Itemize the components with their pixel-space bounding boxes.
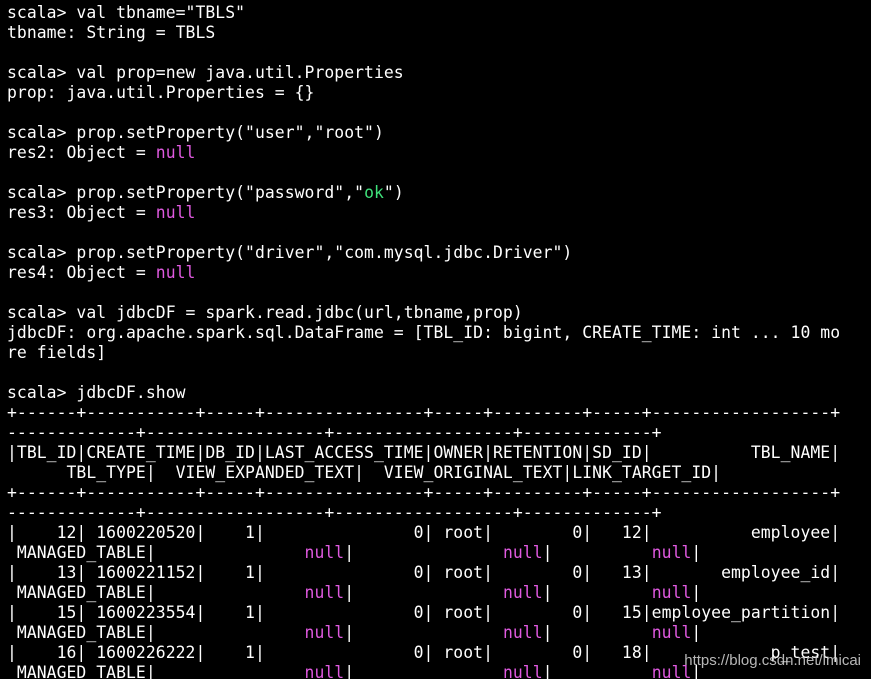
terminal-line: prop: java.util.Properties = {} [7,83,871,103]
terminal-text: MANAGED_TABLE| [7,583,305,602]
terminal-text: | [542,583,652,602]
terminal-line: scala> val tbname="TBLS" [7,3,871,23]
null-keyword: null [651,623,692,642]
terminal-text: | [542,663,652,679]
null-keyword: null [155,203,196,222]
terminal-text: | [691,583,702,602]
null-keyword: null [502,583,543,602]
terminal-line: jdbcDF: org.apache.spark.sql.DataFrame =… [7,323,871,343]
null-keyword: null [502,623,543,642]
terminal-text: +------+-----------+-----+--------------… [7,403,841,422]
terminal-text: scala> prop.setProperty("password"," [7,183,365,202]
terminal-text: scala> prop.setProperty("driver","com.my… [7,243,573,262]
terminal-line: +------+-----------+-----+--------------… [7,403,871,423]
terminal-text: scala> prop.setProperty("user","root") [7,123,384,142]
terminal-line: scala> val prop=new java.util.Properties [7,63,871,83]
terminal-text: prop: java.util.Properties = {} [7,83,315,102]
terminal-output: scala> val tbname="TBLS" tbname: String =… [7,3,871,679]
null-keyword: null [304,663,345,679]
null-keyword: null [651,543,692,562]
terminal-line: res4: Object = null [7,263,871,283]
terminal-line: -------------+------------------+-------… [7,423,871,443]
terminal-text: | [344,583,503,602]
terminal-text: -------------+------------------+-------… [7,423,662,442]
terminal-text: +------+-----------+-----+--------------… [7,483,841,502]
terminal-text: | 13| 1600221152| 1| 0| root| 0| 13| emp… [7,563,841,582]
null-keyword: null [502,663,543,679]
terminal-line: res3: Object = null [7,203,871,223]
terminal-text: re fields] [7,343,107,362]
terminal-line: scala> val jdbcDF = spark.read.jdbc(url,… [7,303,871,323]
terminal-line: MANAGED_TABLE| null| null| null| [7,543,871,563]
terminal-text: tbname: String = TBLS [7,23,216,42]
terminal-text: |TBL_ID|CREATE_TIME|DB_ID|LAST_ACCESS_TI… [7,443,841,462]
terminal-line: tbname: String = TBLS [7,23,871,43]
terminal-line: |TBL_ID|CREATE_TIME|DB_ID|LAST_ACCESS_TI… [7,443,871,463]
terminal-text: | 15| 1600223554| 1| 0| root| 0| 15|empl… [7,603,841,622]
terminal-line: scala> jdbcDF.show [7,383,871,403]
terminal-text: MANAGED_TABLE| [7,663,305,679]
terminal-line: | 15| 1600223554| 1| 0| root| 0| 15|empl… [7,603,871,623]
terminal-line: TBL_TYPE| VIEW_EXPANDED_TEXT| VIEW_ORIGI… [7,463,871,483]
terminal-text: MANAGED_TABLE| [7,623,305,642]
terminal-text: ") [383,183,404,202]
terminal-text: TBL_TYPE| VIEW_EXPANDED_TEXT| VIEW_ORIGI… [7,463,722,482]
terminal-line: | 12| 1600220520| 1| 0| root| 0| 12| emp… [7,523,871,543]
terminal-line: MANAGED_TABLE| null| null| null| [7,623,871,643]
terminal-text: | [344,663,503,679]
terminal-text: scala> val jdbcDF = spark.read.jdbc(url,… [7,303,523,322]
terminal-text: scala> val tbname="TBLS" [7,3,246,22]
terminal-text: res2: Object = [7,143,156,162]
terminal-text: scala> val prop=new java.util.Properties [7,63,404,82]
terminal-text: | [344,623,503,642]
terminal-text: res4: Object = [7,263,156,282]
null-keyword: null [651,583,692,602]
terminal-line: res2: Object = null [7,143,871,163]
terminal-line: scala> prop.setProperty("user","root") [7,123,871,143]
terminal-line: re fields] [7,343,871,363]
terminal-text: | [344,543,503,562]
null-keyword: null [304,623,345,642]
null-keyword: null [304,543,345,562]
terminal-text: MANAGED_TABLE| [7,543,305,562]
terminal-text: | [542,623,652,642]
terminal-text: | [691,543,702,562]
watermark-text: https://blog.csdn.net/lmicai [684,652,861,669]
terminal-line: +------+-----------+-----+--------------… [7,483,871,503]
terminal-text: | 12| 1600220520| 1| 0| root| 0| 12| emp… [7,523,841,542]
terminal-line: | 13| 1600221152| 1| 0| root| 0| 13| emp… [7,563,871,583]
terminal-line: MANAGED_TABLE| null| null| null| [7,583,871,603]
terminal-text: jdbcDF: org.apache.spark.sql.DataFrame =… [7,323,841,342]
terminal-line: -------------+------------------+-------… [7,503,871,523]
terminal-text: | [542,543,652,562]
terminal-window[interactable]: scala> val tbname="TBLS" tbname: String =… [0,0,871,679]
terminal-line: scala> prop.setProperty("password","ok") [7,183,871,203]
terminal-text: -------------+------------------+-------… [7,503,662,522]
terminal-text: scala> jdbcDF.show [7,383,186,402]
null-keyword: null [155,143,196,162]
terminal-text: res3: Object = [7,203,156,222]
terminal-line: scala> prop.setProperty("driver","com.my… [7,243,871,263]
null-keyword: null [502,543,543,562]
null-keyword: null [155,263,196,282]
terminal-text: | [691,623,702,642]
string-literal: ok [364,183,384,202]
null-keyword: null [304,583,345,602]
